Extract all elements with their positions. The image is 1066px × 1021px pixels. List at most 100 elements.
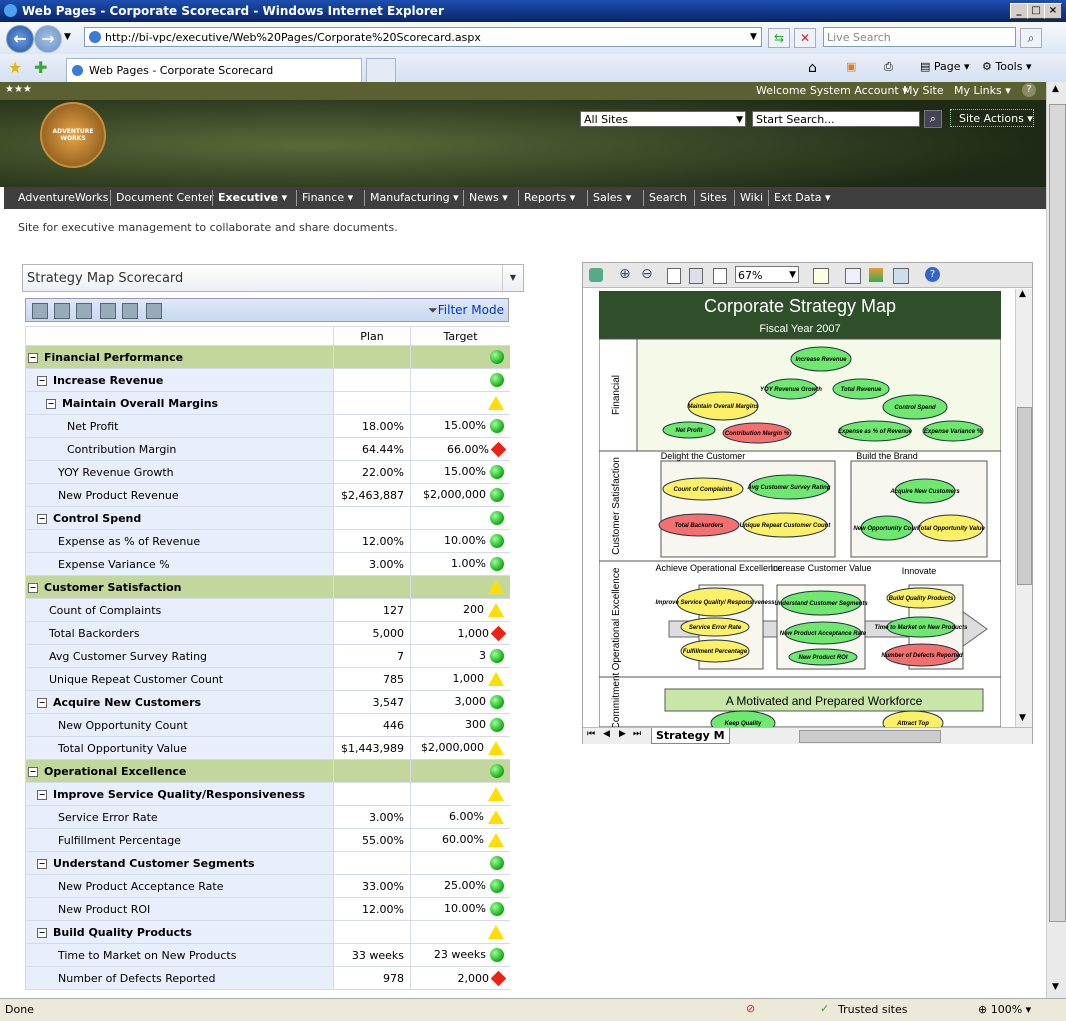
- kpi-row[interactable]: Expense Variance % 3.00% 1.00%: [25, 552, 510, 576]
- sheet-tab[interactable]: Strategy M: [651, 728, 730, 744]
- kpi-row[interactable]: Service Error Rate 3.00% 6.00%: [25, 805, 510, 829]
- objective-row[interactable]: − Acquire New Customers 3,547 3,000: [25, 690, 510, 714]
- export-icon[interactable]: [122, 303, 138, 319]
- collapse-icon[interactable]: −: [37, 927, 47, 938]
- kpi-row[interactable]: Unique Repeat Customer Count 785 1,000: [25, 667, 510, 691]
- tab-corporate-scorecard[interactable]: Web Pages - Corporate Scorecard: [66, 58, 362, 82]
- shape-data-icon[interactable]: [845, 268, 861, 284]
- objective-row[interactable]: − Improve Service Quality/Responsiveness: [25, 782, 510, 806]
- history-dropdown-icon[interactable]: ▼: [64, 32, 71, 42]
- address-dropdown-icon[interactable]: ▼: [750, 32, 757, 42]
- back-button[interactable]: ←: [6, 25, 34, 53]
- category-row[interactable]: − Financial Performance: [25, 345, 510, 369]
- scroll-up-icon[interactable]: ▲: [1019, 289, 1026, 299]
- kpi-row[interactable]: Avg Customer Survey Rating 7 3: [25, 644, 510, 668]
- nav-item-reports[interactable]: Reports ▾: [524, 191, 575, 204]
- collapse-icon[interactable]: −: [37, 375, 47, 386]
- collapse-icon[interactable]: −: [37, 513, 47, 524]
- objective-row[interactable]: − Control Spend: [25, 506, 510, 530]
- kpi-row[interactable]: Number of Defects Reported 978 2,000: [25, 966, 510, 990]
- new-tab-button[interactable]: [366, 58, 396, 83]
- minimize-button[interactable]: _: [1010, 3, 1028, 19]
- kpi-row[interactable]: New Product ROI 12.00% 10.00%: [25, 897, 510, 921]
- scroll-down-icon[interactable]: ▼: [1052, 982, 1059, 992]
- kpi-row[interactable]: Time to Market on New Products 33 weeks 23…: [25, 943, 510, 967]
- address-input[interactable]: http://bi-vpc/executive/Web%20Pages/Corp…: [84, 27, 762, 47]
- maximize-button[interactable]: □: [1027, 3, 1045, 19]
- collapse-icon[interactable]: [100, 303, 116, 319]
- stop-icon[interactable]: ✕: [794, 28, 816, 48]
- my-site-link[interactable]: My Site: [903, 84, 944, 97]
- feeds-icon[interactable]: ▣: [846, 60, 856, 73]
- collapse-icon[interactable]: −: [37, 789, 47, 800]
- kpi-row[interactable]: Total Backorders 5,000 1,000: [25, 621, 510, 645]
- nav-item-executive[interactable]: Executive ▾: [218, 191, 287, 204]
- security-zone[interactable]: Trusted sites: [838, 1003, 908, 1016]
- zoom-select[interactable]: 67% ▼: [735, 266, 799, 283]
- kpi-row[interactable]: Count of Complaints 127 200: [25, 598, 510, 622]
- nav-item-sites[interactable]: Sites: [700, 191, 727, 204]
- pan-zoom-icon[interactable]: [813, 268, 829, 284]
- site-actions-menu[interactable]: Site Actions ▾: [950, 109, 1034, 127]
- nav-item-finance[interactable]: Finance ▾: [302, 191, 353, 204]
- category-row[interactable]: − Customer Satisfaction: [25, 575, 510, 599]
- close-button[interactable]: ×: [1044, 3, 1062, 19]
- nav-item-search[interactable]: Search: [649, 191, 687, 204]
- add-favorites-icon[interactable]: ✚: [34, 58, 47, 77]
- collapse-icon[interactable]: −: [28, 352, 38, 363]
- kpi-row[interactable]: Net Profit 18.00% 15.00%: [25, 414, 510, 438]
- my-links-menu[interactable]: My Links ▾: [954, 84, 1011, 97]
- help-icon[interactable]: ?: [1022, 83, 1036, 97]
- objective-row[interactable]: − Build Quality Products: [25, 920, 510, 944]
- fit-page-icon[interactable]: [667, 268, 681, 284]
- kpi-row[interactable]: Fulfillment Percentage 55.00% 60.00%: [25, 828, 510, 852]
- objective-row[interactable]: − Increase Revenue: [25, 368, 510, 392]
- next-sheet-icon[interactable]: ▶: [619, 729, 626, 739]
- kpi-row[interactable]: YOY Revenue Growth 22.00% 15.00%: [25, 460, 510, 484]
- nav-item-sales[interactable]: Sales ▾: [593, 191, 631, 204]
- nav-item-news[interactable]: News ▾: [469, 191, 508, 204]
- diagram-vertical-scrollbar[interactable]: ▲ ▼: [1015, 289, 1032, 727]
- fit-width-icon[interactable]: [689, 268, 703, 284]
- zoom-in-icon[interactable]: ⊕: [619, 266, 631, 282]
- sort-descending-icon[interactable]: [76, 303, 92, 319]
- strategy-map-canvas[interactable]: Corporate Strategy Map Fiscal Year 2007 …: [599, 291, 1001, 727]
- scroll-up-icon[interactable]: ▲: [1052, 84, 1059, 94]
- refresh-icon[interactable]: ⇆: [768, 28, 790, 48]
- search-scope-select[interactable]: All Sites ▼: [580, 111, 746, 127]
- tools-menu[interactable]: ⚙ Tools ▾: [982, 60, 1032, 73]
- first-sheet-icon[interactable]: ⏮: [587, 729, 595, 739]
- filter-mode-button[interactable]: ⏷Filter Mode: [428, 303, 504, 318]
- welcome-menu[interactable]: Welcome System Account ▾: [756, 84, 908, 97]
- home-icon[interactable]: ⌂: [808, 60, 817, 76]
- page-menu[interactable]: ▤ Page ▾: [920, 60, 970, 73]
- actual-size-icon[interactable]: [713, 268, 727, 284]
- collapse-icon[interactable]: −: [37, 697, 47, 708]
- layers-icon[interactable]: [869, 268, 883, 282]
- comments-icon[interactable]: [893, 268, 909, 284]
- help-icon[interactable]: ?: [925, 267, 940, 282]
- prev-sheet-icon[interactable]: ◀: [603, 729, 610, 739]
- live-search-input[interactable]: Live Search: [823, 27, 1016, 47]
- zoom-out-icon[interactable]: ⊖: [641, 266, 653, 282]
- sort-ascending-icon[interactable]: [54, 303, 70, 319]
- favorites-star-icon[interactable]: ★: [8, 58, 22, 77]
- kpi-row[interactable]: New Product Acceptance Rate 33.00% 25.00%: [25, 874, 510, 898]
- forward-button[interactable]: →: [34, 25, 62, 53]
- kpi-row[interactable]: New Opportunity Count 446 300: [25, 713, 510, 737]
- scroll-down-icon[interactable]: ▼: [1019, 713, 1026, 723]
- kpi-row[interactable]: New Product Revenue $2,463,887 $2,000,000: [25, 483, 510, 507]
- nav-item-adventureworks[interactable]: AdventureWorks: [18, 191, 108, 204]
- print-icon[interactable]: ⎙: [884, 60, 893, 74]
- webpart-menu-chevron-icon[interactable]: ▼: [502, 265, 523, 291]
- scroll-thumb[interactable]: [1017, 407, 1032, 585]
- nav-item-wiki[interactable]: Wiki: [740, 191, 763, 204]
- kpi-row[interactable]: Expense as % of Revenue 12.00% 10.00%: [25, 529, 510, 553]
- site-search-input[interactable]: Start Search...: [752, 111, 920, 127]
- horizontal-scroll-thumb[interactable]: [799, 730, 941, 743]
- collapse-icon[interactable]: −: [46, 398, 56, 409]
- last-sheet-icon[interactable]: ⏭: [633, 729, 641, 739]
- zoom-level[interactable]: ⊕ 100% ▾: [978, 1003, 1031, 1016]
- scroll-thumb[interactable]: [1049, 104, 1066, 922]
- collapse-icon[interactable]: −: [37, 858, 47, 869]
